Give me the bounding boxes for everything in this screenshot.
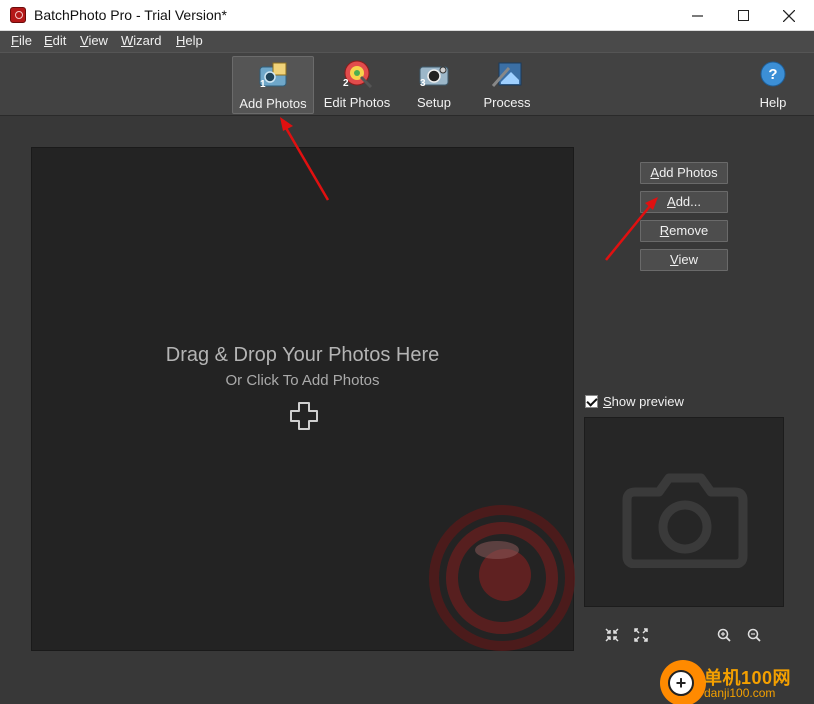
tool-setup-label: Setup [417, 95, 451, 110]
close-icon [783, 9, 795, 22]
add-photos-button[interactable]: Add Photos [640, 162, 728, 184]
view-button-label: iew [678, 252, 698, 267]
maximize-button[interactable] [720, 0, 766, 31]
zoom-in-icon[interactable] [716, 627, 732, 643]
tool-process-label: Process [483, 95, 531, 110]
show-preview-checkbox[interactable] [585, 395, 598, 408]
menu-edit-label: dit [52, 33, 67, 48]
menu-help-label: elp [185, 33, 203, 48]
menu-edit[interactable]: Edit [44, 33, 66, 48]
menu-file-label: ile [18, 33, 32, 48]
tool-add-photos[interactable]: 1 Add Photos [232, 56, 314, 114]
tool-add-photos-step: 1 [260, 79, 266, 90]
actual-size-icon[interactable] [633, 627, 649, 643]
minimize-icon [691, 15, 703, 17]
menu-wizard-mnemonic: W [121, 33, 134, 48]
menu-file-mnemonic: F [11, 33, 19, 48]
minimize-button[interactable] [674, 0, 720, 31]
add-photos-button-mnemonic: A [650, 165, 660, 180]
menu-wizard-label: izard [133, 33, 162, 48]
menu-view[interactable]: View [80, 33, 108, 48]
menu-bar: File Edit View Wizard Help [0, 31, 814, 52]
fit-to-window-icon[interactable] [604, 627, 620, 643]
menu-file[interactable]: File [11, 33, 32, 48]
tool-add-photos-label: Add Photos [239, 96, 307, 111]
maximize-icon [737, 10, 749, 21]
svg-text:?: ? [768, 66, 777, 83]
zoom-out-icon[interactable] [746, 627, 762, 643]
menu-help[interactable]: Help [176, 33, 203, 48]
tool-edit-photos[interactable]: 2 Edit Photos [318, 56, 396, 114]
close-button[interactable] [766, 0, 812, 31]
preview-panel [584, 417, 784, 607]
menu-edit-mnemonic: E [44, 33, 53, 48]
remove-button[interactable]: Remove [640, 220, 728, 242]
arrow-head-1 [280, 117, 293, 131]
add-plus-icon[interactable] [289, 401, 319, 431]
add-button-label: dd... [675, 194, 701, 209]
app-icon [10, 7, 26, 23]
drop-area-subtitle: Or Click To Add Photos [225, 372, 380, 389]
toolbar: 1 Add Photos 2 Edit Photos 3 Setup Proce… [0, 52, 814, 116]
show-preview-label[interactable]: Show preview [603, 394, 684, 409]
tool-edit-photos-step: 2 [343, 78, 349, 89]
photo-drop-area[interactable]: Drag & Drop Your Photos Here Or Click To… [31, 147, 575, 651]
camera-placeholder-icon [622, 473, 748, 568]
tool-process[interactable]: Process [478, 56, 536, 114]
title-bar: BatchPhoto Pro - Trial Version* [0, 0, 814, 31]
batchphoto-logo-watermark [429, 505, 575, 651]
remove-button-mnemonic: R [659, 223, 670, 238]
view-button[interactable]: View [640, 249, 728, 271]
menu-help-mnemonic: H [176, 33, 186, 48]
show-preview-mnemonic: S [603, 394, 612, 409]
tool-edit-photos-label: Edit Photos [323, 95, 391, 110]
tool-setup-step: 3 [420, 78, 426, 89]
watermark-url: danji100.com [704, 686, 776, 700]
tool-help[interactable]: ? Help [750, 56, 796, 114]
watermark-plus-icon: + [668, 670, 694, 696]
add-button[interactable]: Add... [640, 191, 728, 213]
menu-view-label: iew [88, 33, 108, 48]
window-title: BatchPhoto Pro - Trial Version* [34, 7, 227, 23]
add-button-mnemonic: A [667, 194, 676, 209]
menu-wizard[interactable]: Wizard [121, 33, 161, 48]
tool-setup[interactable]: 3 Setup [406, 56, 462, 114]
add-photos-button-label: dd Photos [659, 165, 718, 180]
process-icon [491, 62, 522, 87]
tool-help-label: Help [759, 95, 787, 110]
help-icon: ? [760, 61, 786, 87]
remove-button-label: emove [669, 223, 709, 238]
drop-area-title: Drag & Drop Your Photos Here [165, 344, 440, 366]
show-preview-text: how preview [611, 394, 684, 409]
